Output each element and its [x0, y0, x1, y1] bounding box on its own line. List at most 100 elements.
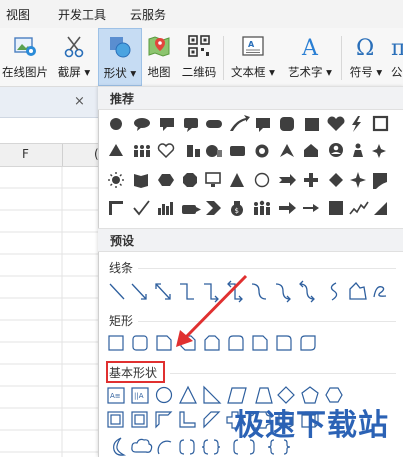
shape-curve[interactable] [330, 282, 338, 301]
shape-long-arrow[interactable] [303, 204, 319, 212]
shape-check[interactable] [133, 200, 150, 216]
textbox-button[interactable]: A 文本框 ▾ [228, 28, 278, 86]
shape-lightning[interactable] [352, 116, 361, 132]
shape-double-brace[interactable] [201, 439, 221, 455]
shape-pentagon-up[interactable] [304, 144, 318, 157]
shape-person[interactable] [353, 143, 363, 158]
shape-tower[interactable] [187, 145, 200, 157]
shape-corner[interactable] [109, 201, 123, 215]
shape-bars-people[interactable] [158, 202, 173, 215]
shape-rounded-rectangle[interactable] [132, 335, 148, 351]
shape-heart[interactable] [327, 116, 345, 131]
shape-diamond[interactable] [329, 173, 343, 187]
shape-rocket[interactable] [182, 205, 201, 214]
shape-square[interactable] [329, 201, 343, 215]
shape-frame-outline[interactable] [131, 411, 148, 428]
wordart-button[interactable]: A 艺术字 ▾ [282, 28, 338, 86]
shape-plus[interactable] [304, 173, 318, 187]
menu-cloud-service[interactable]: 云服务 [130, 6, 166, 23]
shape-elbow-arrow[interactable] [204, 283, 219, 303]
shape-l-shape[interactable] [179, 411, 196, 428]
shape-round-same-side[interactable] [228, 335, 244, 351]
shape-round-one-corner[interactable] [276, 335, 292, 351]
shape-double-bracket[interactable] [179, 439, 195, 455]
shape-curved-arrow[interactable] [230, 115, 250, 131]
symbol-button[interactable]: Ω 符号 ▾ [345, 28, 387, 86]
shape-oval[interactable] [110, 118, 122, 130]
shape-triangle-2[interactable] [230, 173, 244, 187]
shape-snip-round[interactable] [252, 335, 268, 351]
shape-triangle-right[interactable] [374, 202, 387, 215]
shape-donut[interactable] [255, 144, 269, 158]
shape-rounded-rect-2[interactable] [230, 146, 245, 156]
svg-text:A≡: A≡ [110, 392, 121, 400]
shape-scribble[interactable] [373, 286, 387, 298]
shape-rect-callout[interactable] [160, 118, 174, 131]
shape-four-star[interactable] [350, 172, 366, 188]
screenshot-button[interactable]: 截屏 ▾ [52, 28, 96, 86]
shape-speech-bubble[interactable] [184, 118, 198, 132]
shape-curved-double-arrow[interactable] [299, 280, 315, 303]
shape-chevron-arrow[interactable] [279, 174, 296, 186]
shape-diagonal-stripe[interactable] [203, 411, 221, 429]
svg-text:A: A [301, 36, 319, 59]
shape-frame[interactable] [372, 115, 389, 132]
shape-heart-outline[interactable] [157, 143, 175, 159]
shape-line[interactable] [109, 283, 125, 300]
shape-half-frame[interactable] [155, 411, 173, 429]
shape-hexagon-rounded[interactable] [158, 174, 174, 186]
shape-right-arrow[interactable] [279, 202, 296, 214]
menu-view[interactable]: 视图 [6, 6, 30, 23]
shape-line-arrow[interactable] [131, 283, 147, 300]
shape-text-box[interactable]: A≡ [107, 387, 125, 404]
shape-rounded-callout[interactable] [134, 118, 150, 131]
shape-right-triangle[interactable] [203, 385, 222, 404]
shape-monitor[interactable] [205, 172, 221, 187]
shape-elbow-connector[interactable] [180, 283, 194, 300]
shape-folded-corner[interactable] [373, 173, 387, 189]
shape-elbow-double-arrow[interactable] [227, 280, 243, 303]
map-button[interactable]: 地图 [143, 28, 175, 86]
shape-snip-same-side[interactable] [204, 335, 220, 351]
shape-rect[interactable] [108, 335, 124, 351]
shape-group-people[interactable] [254, 200, 270, 215]
shape-person-circle[interactable] [329, 143, 343, 157]
shape-curved-connector[interactable] [251, 283, 267, 300]
shape-basic-oval[interactable] [155, 386, 173, 404]
shape-cloud[interactable] [131, 438, 153, 453]
tab-close-icon[interactable]: × [74, 94, 85, 109]
shape-round-diagonal[interactable] [300, 335, 316, 351]
shape-sun[interactable] [108, 172, 124, 188]
shape-double-arrow-line[interactable] [155, 283, 171, 300]
shape-globe-doc[interactable] [206, 145, 222, 157]
column-f-label[interactable]: F [22, 147, 29, 161]
shape-snip-one-corner[interactable] [156, 335, 172, 351]
shape-arrowhead-up[interactable] [280, 144, 294, 157]
shape-moon[interactable] [113, 437, 127, 456]
shape-basic-triangle[interactable] [179, 385, 197, 404]
shape-snip-diagonal[interactable] [180, 335, 196, 351]
shape-circle-outline[interactable] [254, 172, 270, 188]
shape-wave-line[interactable] [349, 201, 369, 215]
online-picture-button[interactable]: 在线图片 [0, 28, 50, 86]
shape-bevel[interactable] [107, 411, 124, 428]
shape-freeform[interactable] [349, 282, 367, 300]
shape-octagon[interactable] [183, 173, 197, 187]
shape-arc[interactable] [157, 440, 172, 455]
shape-vertical-text-box[interactable]: ||A [131, 387, 149, 404]
shapes-button[interactable]: 形状 ▾ [98, 28, 142, 86]
formula-button[interactable]: π 公 [390, 28, 403, 86]
shape-rectangle[interactable] [305, 118, 319, 131]
shape-rect-callout-2[interactable] [256, 118, 270, 132]
shape-money-bag[interactable]: $ [231, 201, 243, 216]
shape-triangle[interactable] [109, 144, 123, 156]
shape-people[interactable] [134, 145, 150, 157]
menu-developer-tools[interactable]: 开发工具 [58, 6, 106, 23]
shape-book[interactable] [134, 174, 148, 188]
shape-curved-arrow-connector[interactable] [275, 283, 291, 303]
shape-chevron-right[interactable] [206, 201, 221, 215]
shape-rounded-rect[interactable] [206, 120, 222, 128]
shape-sparkle[interactable] [372, 144, 386, 158]
shape-rounded-square[interactable] [280, 117, 294, 131]
qr-code-button[interactable]: 二维码 [178, 28, 220, 86]
